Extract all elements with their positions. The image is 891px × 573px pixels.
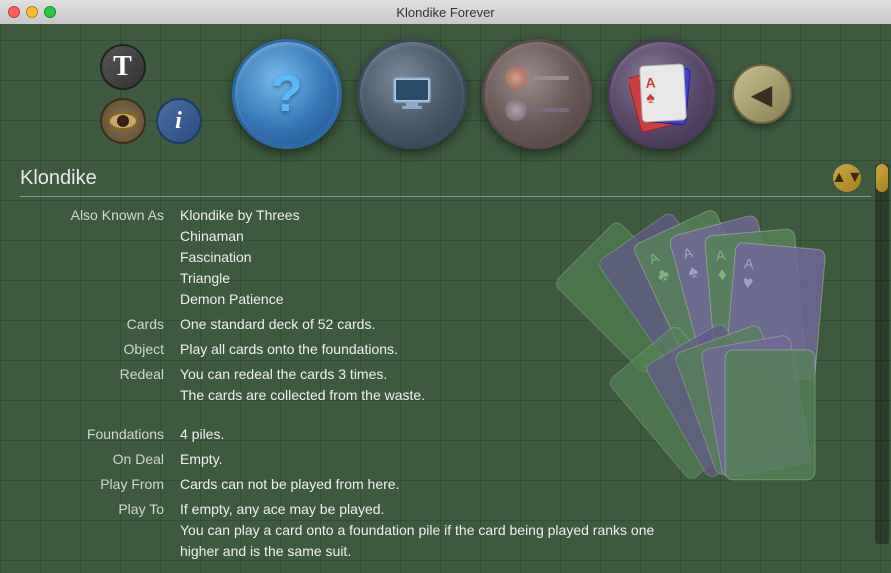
content-area: A ♣ A ♠ A ♦ A ♥ (0, 164, 891, 573)
scroll-arrow-icon: ▲▼ (831, 169, 863, 187)
close-button[interactable] (8, 6, 20, 18)
toolbar: T i ? (0, 24, 891, 164)
title-bar: Klondike Forever (0, 0, 891, 24)
window-controls (8, 6, 56, 18)
options-button[interactable] (482, 39, 592, 149)
info-label: Play From (20, 474, 180, 495)
info-label: Also Known As (20, 205, 180, 310)
info-row: Play FromCards can not be played from he… (20, 474, 871, 495)
scroll-button[interactable]: ▲▼ (833, 164, 861, 192)
monitor-icon (386, 68, 438, 120)
scrollbar-thumb[interactable] (876, 164, 888, 192)
svg-text:♠: ♠ (646, 89, 656, 106)
info-value-line: You can redeal the cards 3 times. (180, 364, 871, 385)
info-value-line: Demon Patience (180, 289, 871, 310)
info-row: Foundations4 piles. (20, 424, 871, 445)
window-title: Klondike Forever (396, 5, 494, 20)
text-button[interactable]: T (100, 44, 146, 90)
info-value-line: Cards can not be played from here. (180, 474, 871, 495)
info-value-line: The cards are collected from the waste. (180, 385, 871, 406)
info-label: Foundations (20, 424, 180, 445)
info-value: Cards can not be played from here. (180, 474, 871, 495)
info-value-line: Chinaman (180, 226, 871, 247)
toolbar-left-buttons: T i (100, 44, 202, 144)
info-row: RedealYou can redeal the cards 3 times.T… (20, 364, 871, 406)
info-label: Object (20, 339, 180, 360)
info-label: On Deal (20, 449, 180, 470)
info-value: Empty. (180, 449, 871, 470)
info-value-line: If empty, any ace may be played. (180, 499, 871, 520)
info-value: If empty, any ace may be played.You can … (180, 499, 871, 562)
cards-icon: A ♠ (629, 57, 694, 132)
svg-text:A: A (645, 74, 656, 91)
back-arrow-icon: ◀ (751, 78, 773, 111)
info-label: Cards (20, 314, 180, 335)
info-value-line: One standard deck of 52 cards. (180, 314, 871, 335)
back-button[interactable]: ◀ (732, 64, 792, 124)
info-row: On DealEmpty. (20, 449, 871, 470)
info-value: Play all cards onto the foundations. (180, 339, 871, 360)
cards-button[interactable]: A ♠ (607, 39, 717, 149)
info-label: Redeal (20, 364, 180, 406)
game-title: Klondike (20, 167, 833, 190)
info-value-line: Fascination (180, 247, 871, 268)
info-table: Also Known AsKlondike by ThreesChinamanF… (20, 205, 871, 562)
info-value: Klondike by ThreesChinamanFascinationTri… (180, 205, 871, 310)
info-value-line: Klondike by Threes (180, 205, 871, 226)
info-row: ObjectPlay all cards onto the foundation… (20, 339, 871, 360)
info-label: Play To (20, 499, 180, 562)
toolbar-left-row-top: T (100, 44, 202, 90)
info-value-line: Empty. (180, 449, 871, 470)
info-value: 4 piles. (180, 424, 871, 445)
options-icon (505, 67, 569, 121)
info-row: CardsOne standard deck of 52 cards. (20, 314, 871, 335)
info-value: One standard deck of 52 cards. (180, 314, 871, 335)
info-value: You can redeal the cards 3 times.The car… (180, 364, 871, 406)
maximize-button[interactable] (44, 6, 56, 18)
monitor-button[interactable] (357, 39, 467, 149)
toolbar-center-buttons: ? (232, 39, 717, 149)
game-title-row: Klondike ▲▼ (20, 164, 871, 197)
question-mark-icon: ? (271, 64, 303, 124)
eye-button[interactable] (100, 98, 146, 144)
info-row: Play ToIf empty, any ace may be played.Y… (20, 499, 871, 562)
info-value-line: Triangle (180, 268, 871, 289)
toolbar-left-row-bottom: i (100, 98, 202, 144)
info-value-line: Play all cards onto the foundations. (180, 339, 871, 360)
info-value-line: higher and is the same suit. (180, 541, 871, 562)
info-button[interactable]: i (156, 98, 202, 144)
help-button[interactable]: ? (232, 39, 342, 149)
scrollbar[interactable] (875, 164, 889, 544)
minimize-button[interactable] (26, 6, 38, 18)
info-value-line: You can play a card onto a foundation pi… (180, 520, 871, 541)
eye-icon (108, 112, 138, 130)
info-value-line: 4 piles. (180, 424, 871, 445)
info-row: Also Known AsKlondike by ThreesChinamanF… (20, 205, 871, 310)
